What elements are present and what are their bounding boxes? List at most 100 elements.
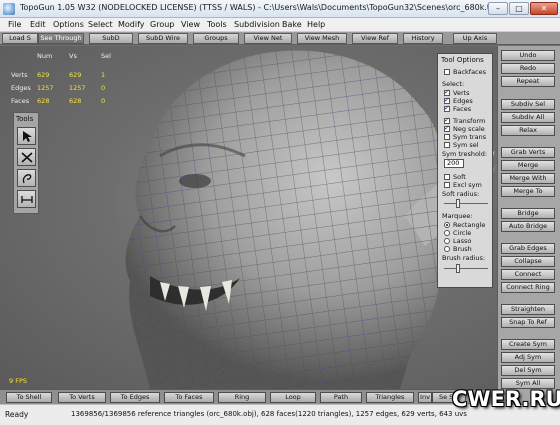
load-button[interactable]: Load S bbox=[2, 33, 38, 44]
rectangle-radio[interactable] bbox=[444, 222, 450, 228]
stats-verts-sel: 1 bbox=[101, 71, 106, 79]
bottom-selection-bar: To Shell To Verts To Edges To Faces Ring… bbox=[0, 389, 497, 404]
stats-header-sel: Sel bbox=[101, 52, 111, 60]
subdiv-sel-button[interactable]: Subdiv Sel bbox=[501, 99, 555, 110]
tool-options-panel: Tool Options Backfaces Select: Verts Edg… bbox=[437, 53, 493, 288]
neg-scale-checkbox[interactable] bbox=[444, 124, 450, 132]
view-net-toggle[interactable]: View Net bbox=[244, 33, 292, 44]
select-tool-button[interactable] bbox=[17, 127, 36, 145]
stats-header-vs: Vs bbox=[69, 52, 77, 60]
edges-label: Edges bbox=[453, 97, 473, 105]
soft-radius-thumb[interactable] bbox=[456, 199, 460, 208]
to-verts-button[interactable]: To Verts bbox=[58, 392, 106, 403]
bridge-tool-button[interactable] bbox=[17, 190, 36, 208]
stats-row-edges-label: Edges bbox=[11, 84, 31, 92]
sym-sel-checkbox[interactable] bbox=[444, 142, 450, 148]
menu-bake[interactable]: Bake bbox=[282, 20, 302, 29]
stats-edges-vs: 1257 bbox=[69, 84, 86, 92]
close-button[interactable]: ✕ bbox=[530, 2, 558, 15]
undo-button[interactable]: Undo bbox=[501, 50, 555, 61]
circle-radio[interactable] bbox=[444, 230, 450, 236]
connect-button[interactable]: Connect bbox=[501, 269, 555, 280]
loop-button[interactable]: Loop bbox=[270, 392, 316, 403]
adj-sym-button[interactable]: Adj Sym bbox=[501, 352, 555, 363]
menu-tools[interactable]: Tools bbox=[207, 20, 227, 29]
groups-toggle[interactable]: Groups bbox=[193, 33, 239, 44]
maximize-button[interactable]: □ bbox=[509, 2, 529, 15]
brush-radio[interactable] bbox=[444, 246, 450, 252]
subd-wire-toggle[interactable]: SubD Wire bbox=[138, 33, 188, 44]
menu-subdivision[interactable]: Subdivision bbox=[234, 20, 280, 29]
grab-verts-button[interactable]: Grab Verts bbox=[501, 147, 555, 158]
excl-sym-label: Excl sym bbox=[453, 181, 482, 189]
triangles-button[interactable]: Triangles bbox=[366, 392, 414, 403]
stats-faces-sel: 0 bbox=[101, 97, 106, 105]
sym-threshold-input[interactable]: 200 bbox=[444, 159, 464, 168]
eye-socket bbox=[179, 174, 211, 188]
brush-radius-thumb[interactable] bbox=[456, 264, 460, 273]
create-sym-button[interactable]: Create Sym bbox=[501, 339, 555, 350]
auto-bridge-button[interactable]: Auto Bridge bbox=[501, 221, 555, 232]
menu-edit[interactable]: Edit bbox=[30, 20, 46, 29]
status-ready: Ready bbox=[5, 410, 29, 419]
status-message: 1369856/1369856 reference triangles (orc… bbox=[71, 410, 467, 418]
fps-readout: 9 FPS bbox=[9, 377, 27, 385]
bridge-button[interactable]: Bridge bbox=[501, 208, 555, 219]
verts-label: Verts bbox=[453, 89, 470, 97]
draw-tool-button[interactable] bbox=[17, 169, 36, 187]
see-through-toggle[interactable]: See Through bbox=[38, 33, 84, 44]
history-button[interactable]: History bbox=[403, 33, 443, 44]
menu-modify[interactable]: Modify bbox=[118, 20, 145, 29]
menu-bar: File Edit Options Select Modify Group Vi… bbox=[0, 18, 560, 32]
backfaces-checkbox[interactable] bbox=[444, 69, 450, 75]
collapse-button[interactable]: Collapse bbox=[501, 256, 555, 267]
merge-with-button[interactable]: Merge With bbox=[501, 173, 555, 184]
menu-options[interactable]: Options bbox=[53, 20, 84, 29]
menu-group[interactable]: Group bbox=[150, 20, 174, 29]
relax-button[interactable]: Relax bbox=[501, 125, 555, 136]
straighten-button[interactable]: Straighten bbox=[501, 304, 555, 315]
ring-button[interactable]: Ring bbox=[218, 392, 266, 403]
stats-verts-vs: 629 bbox=[69, 71, 82, 79]
menu-file[interactable]: File bbox=[8, 20, 21, 29]
path-button[interactable]: Path bbox=[320, 392, 362, 403]
snap-to-ref-button[interactable]: Snap To Ref bbox=[501, 317, 555, 328]
faces-checkbox[interactable] bbox=[444, 104, 450, 112]
right-command-bar: Undo Redo Repeat Subdiv Sel Subdiv All R… bbox=[497, 46, 560, 404]
top-toolbar: Load S See Through SubD SubD Wire Groups… bbox=[0, 32, 560, 45]
to-edges-button[interactable]: To Edges bbox=[110, 392, 160, 403]
edit-tool-button[interactable] bbox=[17, 148, 36, 166]
subdiv-all-button[interactable]: Subdiv All bbox=[501, 112, 555, 123]
merge-button[interactable]: Merge bbox=[501, 160, 555, 171]
sym-trans-label: Sym trans bbox=[453, 133, 487, 141]
view-ref-toggle[interactable]: View Ref bbox=[352, 33, 398, 44]
sym-trans-checkbox[interactable] bbox=[444, 134, 450, 140]
soft-checkbox[interactable] bbox=[444, 174, 450, 180]
lasso-radio[interactable] bbox=[444, 238, 450, 244]
tools-panel-label: Tools bbox=[16, 115, 34, 123]
excl-sym-checkbox[interactable] bbox=[444, 182, 450, 188]
cross-icon bbox=[21, 152, 33, 163]
grab-edges-button[interactable]: Grab Edges bbox=[501, 243, 555, 254]
menu-help[interactable]: Help bbox=[307, 20, 325, 29]
view-mesh-toggle[interactable]: View Mesh bbox=[297, 33, 347, 44]
window-title: TopoGun 1.05 W32 (NODELOCKED LICENSE) (T… bbox=[20, 3, 500, 12]
menu-view[interactable]: View bbox=[181, 20, 200, 29]
redo-button[interactable]: Redo bbox=[501, 63, 555, 74]
invert-selection-button[interactable]: Inv bbox=[418, 392, 432, 403]
merge-to-button[interactable]: Merge To bbox=[501, 186, 555, 197]
subd-toggle[interactable]: SubD bbox=[89, 33, 133, 44]
menu-select[interactable]: Select bbox=[88, 20, 113, 29]
del-sym-button[interactable]: Del Sym bbox=[501, 365, 555, 376]
brush-radius-slider[interactable] bbox=[444, 264, 488, 273]
bridge-icon bbox=[21, 196, 33, 203]
connect-ring-button[interactable]: Connect Ring bbox=[501, 282, 555, 293]
repeat-button[interactable]: Repeat bbox=[501, 76, 555, 87]
minimize-button[interactable]: – bbox=[488, 2, 508, 15]
up-axis-button[interactable]: Up Axis bbox=[453, 33, 497, 44]
soft-radius-slider[interactable] bbox=[444, 199, 488, 208]
to-shell-button[interactable]: To Shell bbox=[6, 392, 52, 403]
draw-icon bbox=[22, 174, 32, 184]
backfaces-label: Backfaces bbox=[453, 68, 487, 76]
to-faces-button[interactable]: To Faces bbox=[164, 392, 214, 403]
